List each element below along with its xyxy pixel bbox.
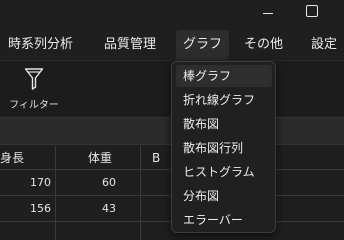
maximize-icon[interactable] [306,5,318,17]
menu-other[interactable]: その他 [244,30,283,60]
menu-bar: 時系列分析 品質管理 グラフ その他 設定 [0,30,344,60]
menu-time-series[interactable]: 時系列分析 [8,30,73,60]
table-cell[interactable]: 170 [0,170,56,196]
table-cell[interactable]: 43 [56,196,141,222]
menu-item-error-bar[interactable]: エラーバー [176,209,272,231]
column-header-height[interactable]: 身長 [0,146,56,170]
menu-item-histogram[interactable]: ヒストグラム [176,161,272,183]
column-header-weight[interactable]: 体重 [56,146,141,170]
menu-item-scatter-matrix[interactable]: 散布図行列 [176,137,272,159]
minimize-icon[interactable] [261,6,275,20]
graph-menu-dropdown: 棒グラフ 折れ線グラフ 散布図 散布図行列 ヒストグラム 分布図 エラーバー [171,61,276,233]
table-cell[interactable] [56,222,141,240]
table-cell[interactable] [0,222,56,240]
title-bar [0,0,344,28]
menu-graph[interactable]: グラフ [176,30,230,60]
filter-button[interactable]: フィルター [6,65,62,113]
menu-item-distribution[interactable]: 分布図 [176,185,272,207]
menu-settings[interactable]: 設定 [311,30,337,60]
menu-quality-control[interactable]: 品質管理 [104,30,156,60]
menu-item-scatter-plot[interactable]: 散布図 [176,113,272,135]
menu-item-bar-chart[interactable]: 棒グラフ [176,65,272,87]
menu-item-line-chart[interactable]: 折れ線グラフ [176,89,272,111]
table-cell[interactable]: 156 [0,196,56,222]
table-cell[interactable]: 60 [56,170,141,196]
funnel-icon [24,68,44,90]
filter-label: フィルター [9,100,59,111]
